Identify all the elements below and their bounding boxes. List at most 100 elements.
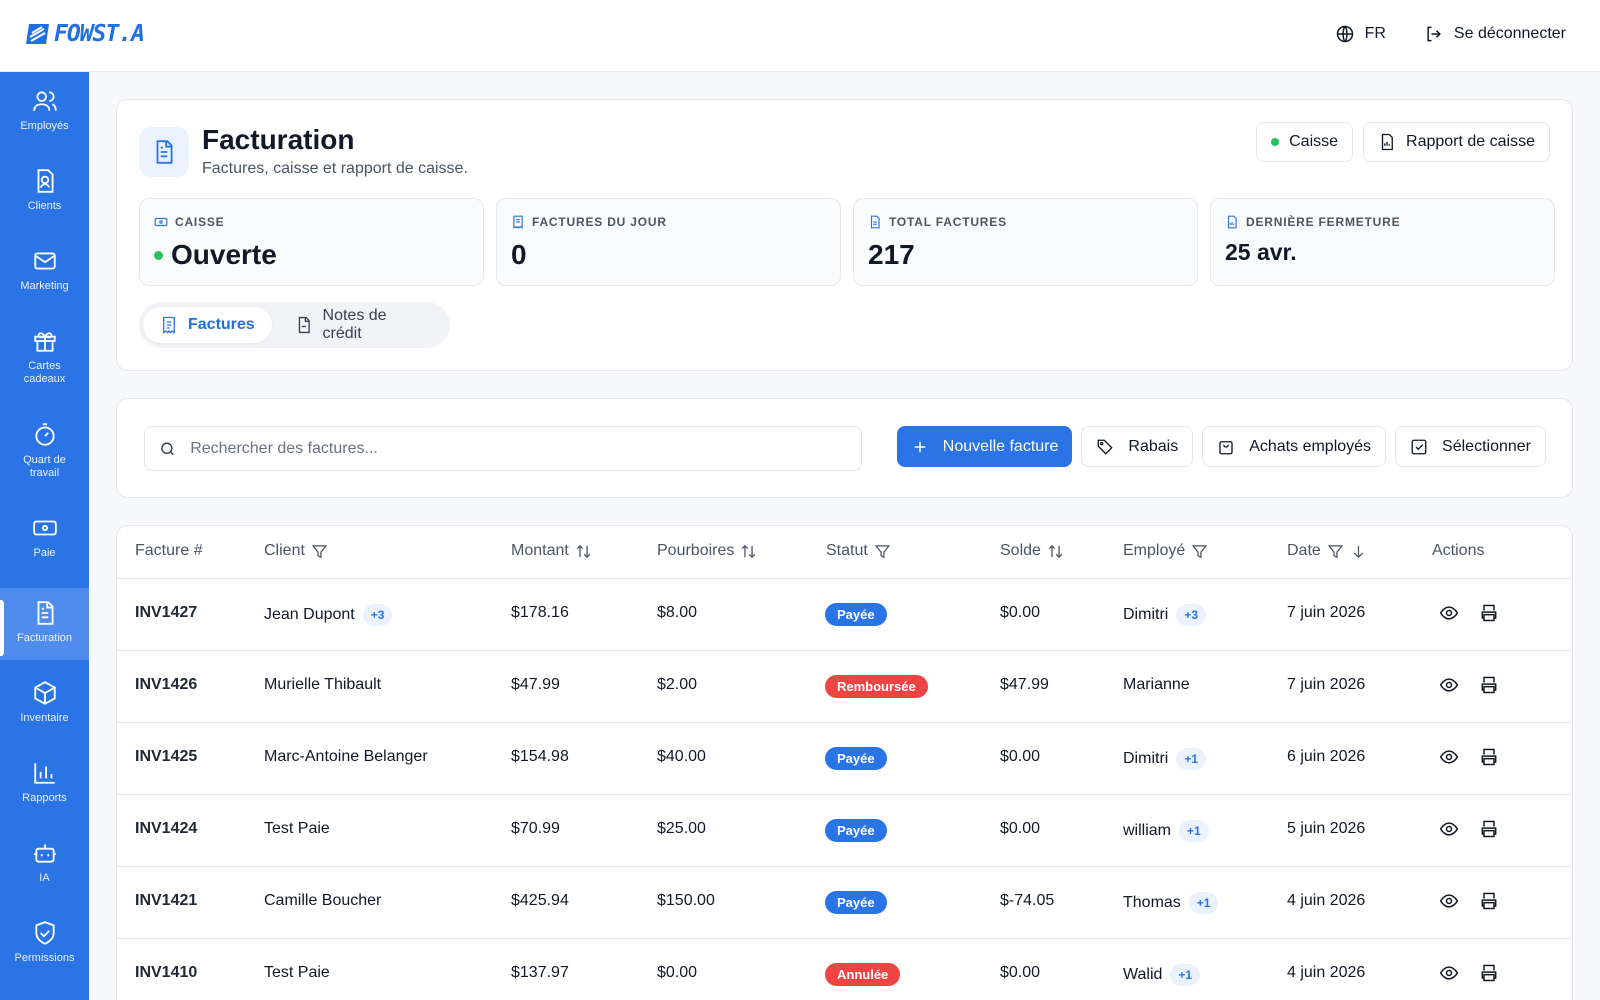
cash-report-button[interactable]: Rapport de caisse [1363,122,1550,162]
column-header-solde[interactable]: Solde [1000,542,1064,560]
logo-mark-icon [26,24,49,44]
more-employees-chip[interactable]: +1 [1176,748,1207,770]
language-button[interactable]: FR [1335,24,1386,44]
more-employees-chip[interactable]: +1 [1188,892,1219,914]
client-name: Murielle Thibault [264,676,382,693]
filter-icon[interactable] [1191,543,1208,560]
eye-icon [1439,750,1459,764]
stat-value: Ouverte [171,239,277,270]
eye-icon [1439,822,1459,836]
billing-icon-tile [139,127,189,177]
invoice-number[interactable]: INV1426 [135,676,197,694]
view-button[interactable] [1439,603,1461,625]
select-button[interactable]: Sélectionner [1395,426,1546,467]
filter-icon[interactable] [1327,543,1344,560]
more-clients-chip[interactable]: +3 [362,604,393,626]
sidebar-item-label: IA [39,872,50,884]
shopping-bag-icon [1219,440,1233,454]
logout-button[interactable]: Se déconnecter [1424,24,1566,44]
invoice-number[interactable]: INV1424 [135,820,197,838]
column-header-date[interactable]: Date [1287,542,1367,560]
sidebar-item-clients[interactable]: Clients [0,168,89,213]
new-invoice-button[interactable]: Nouvelle facture [896,426,1073,467]
invoice-toolbar: Nouvelle facture Rabais Achats employés … [116,398,1573,498]
sort-icon[interactable] [740,543,757,560]
sidebar-item-ia[interactable]: IA [0,840,89,885]
sidebar-item-label: Employés [20,120,69,132]
filter-icon[interactable] [874,543,891,560]
table-row[interactable]: INV1426 Murielle Thibault $47.99 $2.00 R… [117,651,1572,723]
stat-label: TOTAL FACTURES [889,215,1007,229]
invoice-number[interactable]: INV1427 [135,604,197,622]
employee-name: Walid [1123,966,1163,983]
sort-desc-icon[interactable] [1350,543,1367,560]
search-input[interactable] [190,439,847,458]
view-button[interactable] [1439,819,1461,841]
file-text-icon [870,215,880,229]
sidebar-item-label: Inventaire [20,712,69,724]
sidebar-item-rapports[interactable]: Rapports [0,760,89,805]
column-header-employe[interactable]: Employé [1123,542,1208,560]
table-row[interactable]: INV1427 Jean Dupont +3 $178.16 $8.00 Payé… [117,579,1572,651]
table-row[interactable]: INV1424 Test Paie $70.99 $25.00 Payée $0… [117,795,1572,867]
invoice-number[interactable]: INV1410 [135,964,197,982]
sidebar-item-marketing[interactable]: Marketing [0,248,89,293]
mail-icon [33,252,56,270]
sidebar-item-label: Permissions [14,952,75,964]
shield-check-icon [34,921,55,945]
box-icon [33,681,56,705]
print-button[interactable] [1479,819,1501,841]
more-employees-chip[interactable]: +1 [1170,964,1201,986]
view-button[interactable] [1439,747,1461,769]
new-invoice-label: Nouvelle facture [942,437,1059,455]
status-badge: Payée [825,747,887,770]
print-button[interactable] [1479,747,1501,769]
table-row[interactable]: INV1425 Marc-Antoine Belanger $154.98 $4… [117,723,1572,795]
sidebar-item-facturation[interactable]: Facturation [0,588,89,660]
employee-name: Thomas [1123,894,1181,911]
amount: $178.16 [511,604,569,621]
logo-text: FOWST.A [54,21,145,47]
sort-icon[interactable] [575,543,592,560]
view-button[interactable] [1439,675,1461,697]
discounts-button[interactable]: Rabais [1081,426,1194,467]
table-row[interactable]: INV1410 Test Paie $137.97 $0.00 Annulée … [117,939,1572,1000]
column-header-montant[interactable]: Montant [511,542,592,560]
file-icon [298,316,310,334]
more-employees-chip[interactable]: +3 [1176,604,1207,626]
sidebar-item-employes[interactable]: Employés [0,88,89,133]
column-header-pourboires[interactable]: Pourboires [657,542,757,560]
column-header-statut[interactable]: Statut [826,542,891,560]
table-row[interactable]: INV1421 Camille Boucher $425.94 $150.00 … [117,867,1572,939]
sidebar-item-quart-de-travail[interactable]: Quart de travail [0,422,89,480]
print-button[interactable] [1479,603,1501,625]
billing-header-card: Facturation Factures, caisse et rapport … [116,99,1573,371]
sort-icon[interactable] [1047,543,1064,560]
filter-icon[interactable] [311,543,328,560]
sidebar-item-permissions[interactable]: Permissions [0,920,89,965]
client-name: Test Paie [264,964,330,981]
view-button[interactable] [1439,963,1461,985]
column-header-client[interactable]: Client [264,542,328,560]
tab-factures[interactable]: Factures [143,307,272,343]
caisse-button[interactable]: Caisse [1256,122,1354,162]
app-logo[interactable]: FOWST.A [26,21,145,47]
print-button[interactable] [1479,891,1501,913]
invoice-number[interactable]: INV1425 [135,748,197,766]
employee-purchases-button[interactable]: Achats employés [1202,426,1387,467]
print-button[interactable] [1479,963,1501,985]
users-icon [32,91,57,111]
column-header-facture[interactable]: Facture # [135,542,203,560]
sidebar-item-label: Quart de travail [23,454,66,479]
more-employees-chip[interactable]: +1 [1179,820,1209,842]
invoice-number[interactable]: INV1421 [135,892,197,910]
tab-notes-de-credit[interactable]: Notes de crédit [278,307,446,343]
view-button[interactable] [1439,891,1461,913]
print-button[interactable] [1479,675,1501,697]
sidebar-item-paie[interactable]: Paie [0,515,89,560]
tab-label: Notes de crédit [322,307,387,342]
sidebar-item-cartes-cadeaux[interactable]: Cartes cadeaux [0,328,89,386]
globe-icon [1336,25,1353,43]
sidebar-item-inventaire[interactable]: Inventaire [0,680,89,725]
search-box[interactable] [144,426,862,471]
